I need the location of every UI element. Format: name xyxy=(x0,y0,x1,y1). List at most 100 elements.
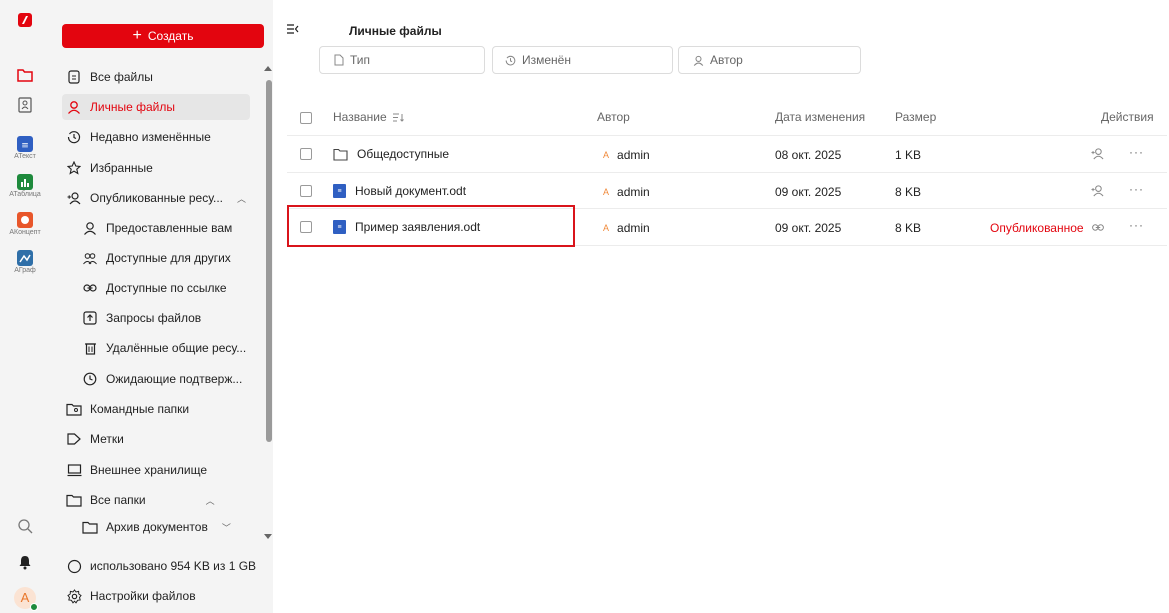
folder-icon xyxy=(333,148,348,161)
sidebar-item-deleted-shares[interactable]: Удалённые общие ресу... xyxy=(78,335,250,361)
sidebar-item-shared-with-you[interactable]: Предоставленные вам xyxy=(78,215,250,241)
sidebar-item-label: Личные файлы xyxy=(90,100,175,114)
atekst-label: АТекст xyxy=(14,153,36,160)
sidebar: + Создать Все файлы Личные файлы Недавно… xyxy=(50,0,273,613)
cloud-icon xyxy=(66,558,82,574)
contacts-icon[interactable] xyxy=(0,97,50,113)
app-logo-icon[interactable] xyxy=(0,12,50,28)
column-name[interactable]: Название xyxy=(333,110,404,124)
share-icon[interactable] xyxy=(1091,184,1104,197)
storage-usage-label: использовано 954 KB из 1 GB xyxy=(90,559,257,573)
user-icon xyxy=(693,55,704,66)
author-name: admin xyxy=(617,185,650,199)
document-icon: ≡ xyxy=(333,184,346,198)
atekst-icon[interactable]: ≡ АТекст xyxy=(0,136,50,160)
sidebar-item-all-files[interactable]: Все файлы xyxy=(62,64,250,90)
filter-type-label: Тип xyxy=(350,53,371,67)
atablica-label: АТаблица xyxy=(9,191,41,198)
sidebar-scrollbar[interactable] xyxy=(266,80,272,442)
star-icon xyxy=(66,160,82,176)
sidebar-item-label: Архив документов xyxy=(106,520,208,534)
scroll-up-icon[interactable] xyxy=(264,66,272,71)
file-name-cell[interactable]: ≡ Новый документ.odt xyxy=(333,184,466,198)
settings-icon xyxy=(66,588,82,604)
folder-icon[interactable] xyxy=(0,68,50,82)
filter-modified-label: Изменён xyxy=(522,53,571,67)
upload-request-icon xyxy=(82,310,98,326)
avatar-letter: A xyxy=(20,590,30,605)
author-avatar: A xyxy=(603,187,610,197)
published-status[interactable]: Опубликованное xyxy=(990,221,1084,235)
sidebar-item-file-settings[interactable]: Настройки файлов xyxy=(62,583,250,609)
user-icon xyxy=(82,220,98,236)
filter-type[interactable]: Тип xyxy=(319,46,485,74)
chevron-up-icon[interactable]: ︿ xyxy=(206,494,215,507)
column-name-label: Название xyxy=(333,110,387,124)
sidebar-item-file-requests[interactable]: Запросы файлов xyxy=(78,305,250,331)
sidebar-item-recent[interactable]: Недавно изменённые xyxy=(62,124,250,150)
column-date[interactable]: Дата изменения xyxy=(775,110,865,124)
akoncept-icon[interactable]: АКонцепт xyxy=(0,212,50,236)
divider xyxy=(287,135,1167,136)
chevron-down-icon[interactable]: ﹀ xyxy=(222,521,231,534)
selection-highlight xyxy=(287,205,575,247)
link-icon xyxy=(82,280,98,296)
share-icon[interactable] xyxy=(1091,147,1104,160)
sidebar-item-shared-with-others[interactable]: Доступные для других xyxy=(78,245,250,271)
create-button[interactable]: + Создать xyxy=(62,24,264,48)
main-content: Личные файлы Тип Изменён Автор Название … xyxy=(273,0,1169,613)
share-icon xyxy=(66,190,82,206)
sidebar-item-favorites[interactable]: Избранные xyxy=(62,155,250,181)
chevron-up-icon[interactable]: ︿ xyxy=(237,192,246,205)
file-icon xyxy=(66,69,82,85)
more-actions-icon[interactable]: ··· xyxy=(1129,218,1144,232)
sidebar-item-personal-files[interactable]: Личные файлы xyxy=(62,94,250,120)
svg-text:≡: ≡ xyxy=(21,141,29,151)
sidebar-item-tags[interactable]: Метки xyxy=(62,426,250,452)
author-name: admin xyxy=(617,221,650,235)
column-size[interactable]: Размер xyxy=(895,110,936,124)
atablica-icon[interactable]: АТаблица xyxy=(0,174,50,198)
sidebar-toggle-icon[interactable] xyxy=(287,22,299,37)
filter-author[interactable]: Автор xyxy=(678,46,861,74)
column-author[interactable]: Автор xyxy=(597,110,630,124)
divider xyxy=(287,172,1167,173)
sidebar-item-archive[interactable]: Архив документов ﹀ xyxy=(78,514,250,540)
sidebar-item-external-storage[interactable]: Внешнее хранилище xyxy=(62,457,250,483)
history-icon xyxy=(505,55,516,66)
more-actions-icon[interactable]: ··· xyxy=(1129,145,1144,159)
bell-icon[interactable] xyxy=(0,555,50,573)
sidebar-item-all-folders[interactable]: Все папки ︿ xyxy=(62,487,250,513)
filter-modified[interactable]: Изменён xyxy=(492,46,673,74)
sidebar-item-label: Настройки файлов xyxy=(90,589,196,603)
date-cell: 09 окт. 2025 xyxy=(775,221,842,235)
sidebar-item-label: Доступные по ссылке xyxy=(106,281,227,295)
sidebar-item-pending[interactable]: Ожидающие подтверж... xyxy=(78,366,250,392)
author-cell: A admin xyxy=(603,148,650,162)
more-actions-icon[interactable]: ··· xyxy=(1129,182,1144,196)
agraf-icon[interactable]: АГраф xyxy=(0,250,50,274)
row-checkbox[interactable] xyxy=(300,148,312,160)
akoncept-label: АКонцепт xyxy=(9,229,41,236)
sidebar-item-team-folders[interactable]: Командные папки xyxy=(62,396,250,422)
avatar[interactable]: A xyxy=(0,587,50,611)
size-cell: 1 KB xyxy=(895,148,922,162)
external-storage-icon xyxy=(66,462,82,478)
scroll-down-icon[interactable] xyxy=(264,534,272,539)
user-icon xyxy=(66,99,82,115)
sidebar-item-label: Удалённые общие ресу... xyxy=(106,341,247,355)
author-cell: A admin xyxy=(603,185,650,199)
file-name: Новый документ.odt xyxy=(355,184,467,198)
search-icon[interactable] xyxy=(0,518,50,537)
sidebar-item-shared-by-link[interactable]: Доступные по ссылке xyxy=(78,275,250,301)
file-name-cell[interactable]: Общедоступные xyxy=(333,147,449,161)
sidebar-item-published[interactable]: Опубликованные ресу... ︿ xyxy=(62,185,250,211)
status-dot-icon xyxy=(30,603,38,611)
sidebar-item-label: Метки xyxy=(90,432,124,446)
team-folder-icon xyxy=(66,401,82,417)
author-avatar: A xyxy=(603,223,610,233)
select-all-checkbox[interactable] xyxy=(300,112,312,124)
row-checkbox[interactable] xyxy=(300,185,312,197)
sort-icon xyxy=(392,113,404,122)
link-icon[interactable] xyxy=(1091,223,1105,232)
